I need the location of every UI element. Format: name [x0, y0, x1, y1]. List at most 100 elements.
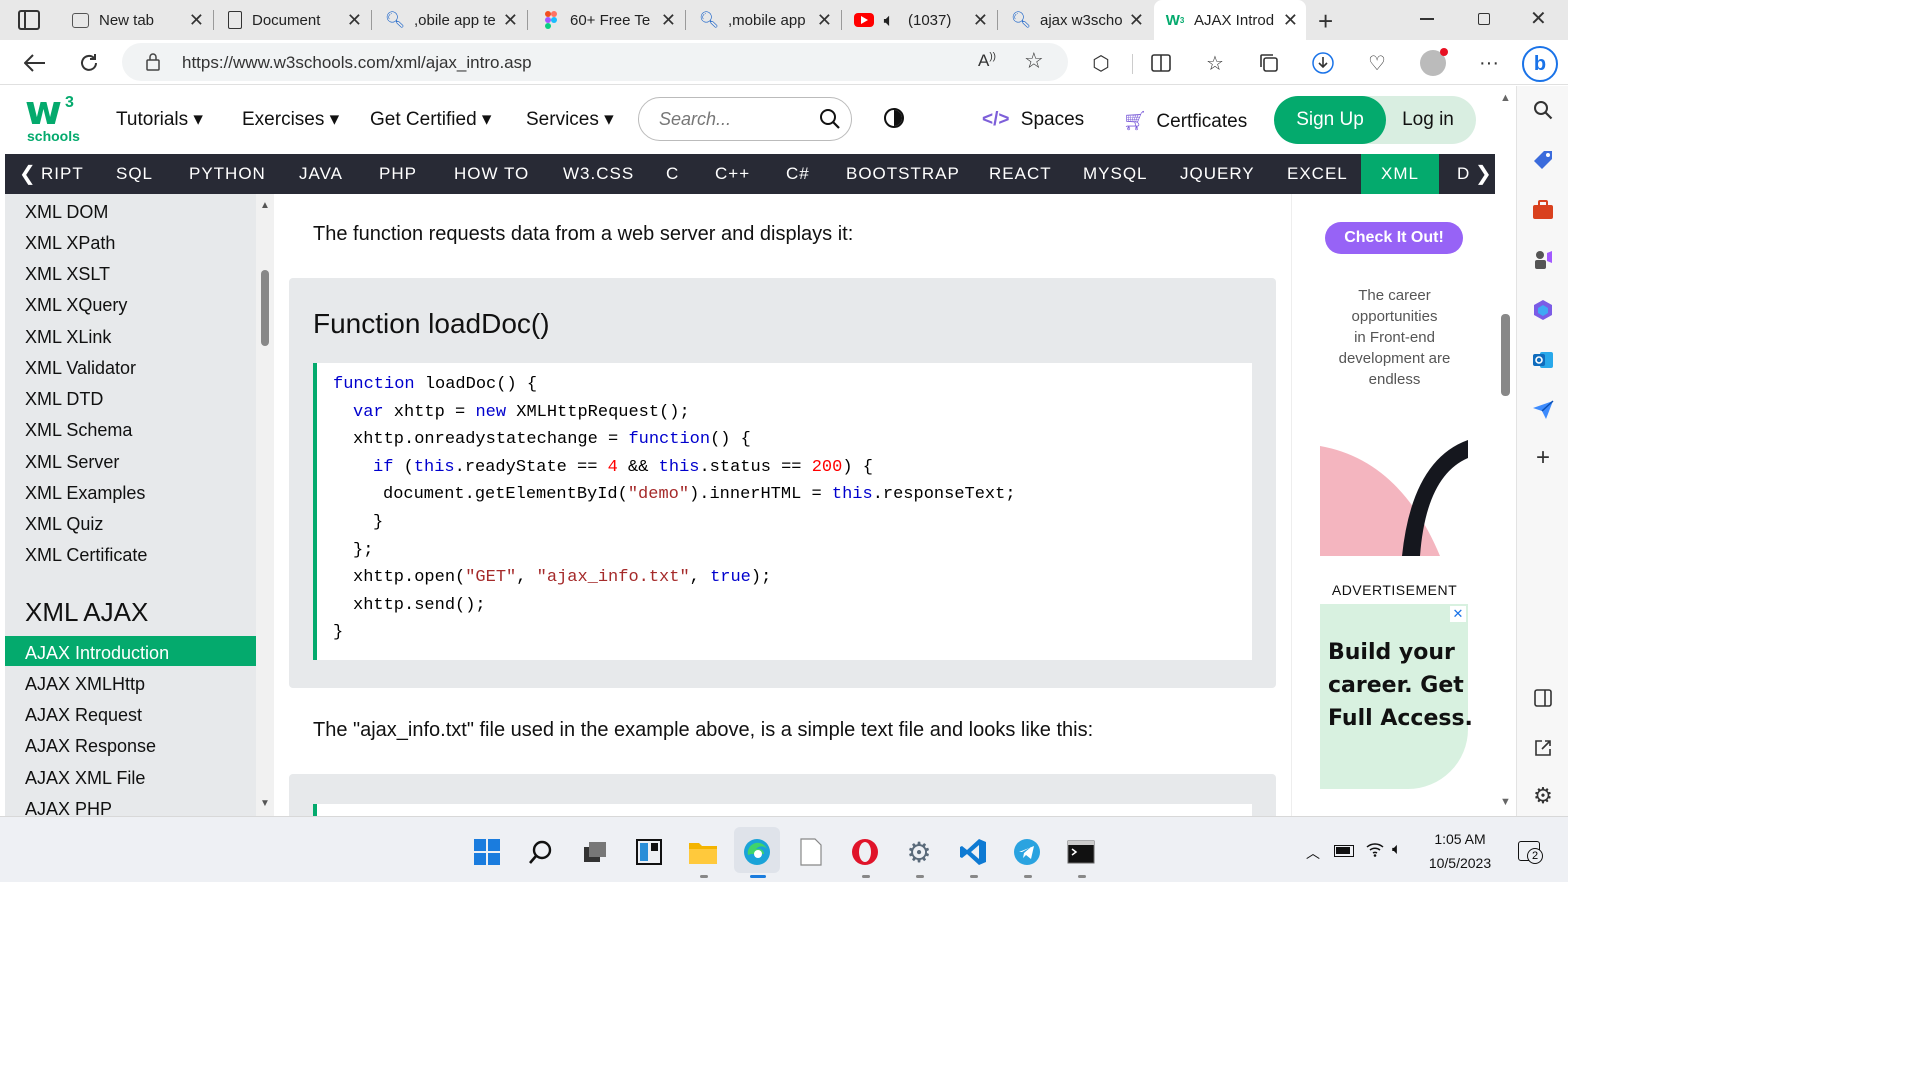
topic-item[interactable]: BOOTSTRAP	[846, 154, 960, 194]
topic-item[interactable]: PYTHON	[189, 154, 266, 194]
nav-tutorials[interactable]: Tutorials ▾	[116, 108, 203, 131]
downloads-icon[interactable]	[1310, 50, 1336, 76]
tab-document[interactable]: Document ✕	[228, 0, 370, 40]
search-icon[interactable]	[819, 108, 841, 135]
close-tab-icon[interactable]: ✕	[817, 10, 832, 31]
dark-mode-toggle-icon[interactable]	[884, 108, 904, 128]
open-external-icon[interactable]	[1531, 736, 1555, 760]
minimize-icon[interactable]	[1420, 18, 1434, 20]
check-it-out-button[interactable]: Check It Out!	[1325, 222, 1463, 254]
settings-app-icon[interactable]: ⚙	[904, 837, 934, 868]
close-tab-icon[interactable]: ✕	[973, 10, 988, 31]
search-input[interactable]: Search...	[638, 97, 852, 141]
scroll-down-arrow-icon[interactable]: ▼	[260, 798, 270, 809]
topic-item[interactable]: RIPT	[41, 154, 84, 194]
copilot-365-icon[interactable]	[1531, 298, 1555, 322]
refresh-icon[interactable]	[76, 50, 102, 76]
sidebar-item[interactable]: AJAX Response	[25, 736, 156, 757]
topic-item[interactable]: EXCEL	[1287, 154, 1348, 194]
extensions-icon[interactable]: ⬡	[1088, 50, 1114, 76]
close-window-icon[interactable]: ✕	[1530, 6, 1547, 31]
signup-button[interactable]: Sign Up	[1274, 96, 1386, 144]
favorites-icon[interactable]: ☆	[1202, 50, 1228, 76]
scroll-up-arrow-icon[interactable]: ▲	[1500, 92, 1511, 104]
telegram-icon[interactable]	[1012, 837, 1042, 867]
topic-scroll-right-icon[interactable]: ❯	[1469, 154, 1495, 194]
page-scroll-thumb[interactable]	[1501, 314, 1510, 396]
tab-figma[interactable]: 60+ Free Te ✕	[542, 0, 684, 40]
close-tab-icon[interactable]: ✕	[661, 10, 676, 31]
topic-item-active[interactable]: XML	[1361, 154, 1439, 194]
url-text[interactable]: https://www.w3schools.com/xml/ajax_intro…	[182, 53, 532, 73]
topic-item[interactable]: W3.CSS	[563, 154, 634, 194]
topic-item[interactable]: HOW TO	[454, 154, 529, 194]
search-icon[interactable]	[1531, 98, 1555, 122]
sidebar-item[interactable]: AJAX XML File	[25, 768, 145, 789]
task-view-icon[interactable]	[580, 837, 610, 867]
split-screen-icon[interactable]	[1148, 50, 1174, 76]
tab-new-tab[interactable]: New tab ✕	[72, 0, 212, 40]
hide-sidebar-icon[interactable]	[1531, 686, 1555, 710]
sidebar-scroll-thumb[interactable]	[261, 270, 269, 346]
sidebar-item[interactable]: XML Validator	[25, 358, 136, 379]
certificates-link[interactable]: 🛒︎ Certficates	[1123, 109, 1247, 133]
topic-item[interactable]: JQUERY	[1180, 154, 1255, 194]
tab-search-2[interactable]: 🔍︎ ,mobile app ✕	[699, 0, 840, 40]
sidebar-item-active[interactable]: AJAX Introduction	[25, 643, 169, 664]
ad-banner[interactable]: ✕ Build your career. Get Full Access.	[1320, 604, 1473, 789]
opera-icon[interactable]	[850, 837, 880, 867]
favorite-star-icon[interactable]: ☆	[1024, 48, 1044, 74]
sidebar-item[interactable]: AJAX PHP	[25, 799, 112, 816]
sidebar-item[interactable]: XML Quiz	[25, 514, 103, 535]
bing-copilot-icon[interactable]: b	[1522, 46, 1558, 82]
topic-item[interactable]: C#	[786, 154, 810, 194]
drop-send-icon[interactable]	[1531, 398, 1555, 422]
sidebar-item[interactable]: XML Examples	[25, 483, 145, 504]
taskbar-search-icon[interactable]	[526, 837, 556, 867]
close-tab-icon[interactable]: ✕	[503, 10, 518, 31]
ad-close-icon[interactable]: ✕	[1450, 606, 1466, 622]
lock-icon[interactable]	[146, 53, 160, 71]
topic-item[interactable]: MYSQL	[1083, 154, 1148, 194]
sidebar-item[interactable]: XML DOM	[25, 202, 108, 223]
shopping-tag-icon[interactable]	[1531, 148, 1555, 172]
close-tab-icon[interactable]: ✕	[1129, 10, 1144, 31]
windows-start-icon[interactable]	[472, 837, 502, 867]
tools-icon[interactable]	[1531, 198, 1555, 222]
scroll-up-arrow-icon[interactable]: ▲	[260, 200, 270, 211]
wifi-icon[interactable]	[1366, 841, 1384, 862]
browser-essentials-icon[interactable]: ♡	[1364, 50, 1390, 76]
show-hidden-icons-icon[interactable]: ︿	[1306, 843, 1320, 863]
nav-get-certified[interactable]: Get Certified ▾	[370, 108, 491, 131]
back-icon[interactable]	[22, 50, 48, 76]
tab-search-1[interactable]: 🔍︎ ,obile app te ✕	[385, 0, 526, 40]
nav-services[interactable]: Services ▾	[526, 108, 614, 131]
scroll-down-arrow-icon[interactable]: ▼	[1500, 796, 1511, 808]
volume-icon[interactable]: 🔈︎	[1392, 841, 1402, 859]
battery-icon[interactable]	[1334, 845, 1354, 857]
topic-item[interactable]: C++	[715, 154, 750, 194]
file-explorer-icon[interactable]	[688, 837, 718, 867]
sidebar-item[interactable]: XML XLink	[25, 327, 111, 348]
edge-browser-icon[interactable]	[742, 837, 772, 867]
notification-center-icon[interactable]: 2	[1518, 841, 1543, 864]
close-tab-icon[interactable]: ✕	[1283, 10, 1298, 31]
sidebar-item[interactable]: AJAX XMLHttp	[25, 674, 145, 695]
address-bar[interactable]: https://www.w3schools.com/xml/ajax_intro…	[122, 43, 1068, 81]
topic-item[interactable]: C	[666, 154, 679, 194]
close-tab-icon[interactable]: ✕	[189, 10, 204, 31]
tab-ajax-intro[interactable]: W3 AJAX Introd ✕	[1154, 0, 1306, 40]
outlook-icon[interactable]	[1531, 348, 1555, 372]
system-clock[interactable]: 1:05 AM 10/5/2023	[1418, 831, 1502, 871]
settings-gear-icon[interactable]: ⚙	[1531, 783, 1555, 808]
widgets-icon[interactable]	[634, 837, 664, 867]
sidebar-item[interactable]: XML XQuery	[25, 295, 127, 316]
tab-search-3[interactable]: 🔍︎ ajax w3scho ✕	[1011, 0, 1152, 40]
add-sidebar-app-icon[interactable]: +	[1531, 444, 1555, 471]
speaker-icon[interactable]: 🔈︎	[880, 10, 898, 30]
topic-item[interactable]: SQL	[116, 154, 153, 194]
vscode-icon[interactable]	[958, 837, 988, 867]
collections-icon[interactable]	[1256, 50, 1282, 76]
sidebar-item[interactable]: XML DTD	[25, 389, 103, 410]
new-tab-button[interactable]: +	[1318, 6, 1333, 37]
